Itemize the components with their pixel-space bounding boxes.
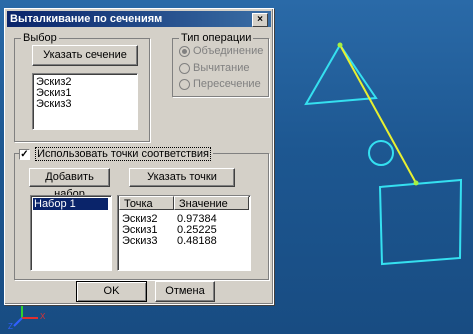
table-cell-value: 0.48188 <box>177 235 217 247</box>
correspondence-point[interactable] <box>413 180 419 186</box>
operation-type-group: Тип операции Объединение Вычитание Перес… <box>172 32 269 97</box>
correspondence-group: ✓ Использовать точки соответствия Добави… <box>14 147 269 280</box>
use-correspondence-checkbox-row[interactable]: ✓ Использовать точки соответствия <box>19 147 213 161</box>
sets-list[interactable]: Набор 1 <box>30 195 112 271</box>
select-section-button[interactable]: Указать сечение <box>32 45 138 66</box>
radio-icon <box>179 62 190 74</box>
radio-union[interactable]: Объединение <box>179 45 263 58</box>
use-correspondence-label: Использовать точки соответствия <box>35 147 211 161</box>
selection-group-title: Выбор <box>21 32 59 44</box>
radio-label: Объединение <box>193 45 264 57</box>
specify-points-button[interactable]: Указать точки <box>129 168 235 187</box>
z-axis-label: Z <box>8 322 13 331</box>
list-item[interactable]: Эскиз3 <box>36 99 72 110</box>
list-item-selected[interactable]: Набор 1 <box>33 198 108 210</box>
close-icon: × <box>257 14 263 25</box>
radio-subtraction[interactable]: Вычитание <box>179 62 250 75</box>
radio-icon <box>179 78 190 90</box>
sketch-list[interactable]: Эскиз2 Эскиз1 Эскиз3 <box>32 73 138 130</box>
use-correspondence-checkbox[interactable]: ✓ <box>19 148 30 160</box>
square-sketch[interactable] <box>378 178 463 266</box>
ok-button[interactable]: OK <box>76 281 147 302</box>
radio-intersection[interactable]: Пересечение <box>179 78 261 91</box>
x-axis-label: X <box>40 312 46 321</box>
radio-label: Пересечение <box>193 78 261 90</box>
dialog-title: Выталкивание по сечениям <box>10 13 163 25</box>
add-set-button[interactable]: Добавить набор <box>29 168 110 200</box>
column-header-point[interactable]: Точка <box>119 196 174 210</box>
circle-sketch[interactable] <box>368 140 394 166</box>
column-header-value[interactable]: Значение <box>174 196 249 210</box>
z-axis-line <box>13 317 23 327</box>
cancel-button[interactable]: Отмена <box>155 281 215 302</box>
correspondence-path[interactable] <box>339 44 417 184</box>
operation-type-title: Тип операции <box>179 32 254 44</box>
radio-icon <box>179 45 190 57</box>
points-table[interactable]: Точка Значение Эскиз2 0.97384 Эскиз1 0.2… <box>117 195 251 271</box>
close-button[interactable]: × <box>252 13 268 27</box>
triangle-sketch[interactable] <box>304 43 378 106</box>
table-row[interactable]: Эскиз3 0.48188 <box>118 236 248 247</box>
radio-label: Вычитание <box>193 62 250 74</box>
correspondence-point[interactable] <box>337 42 343 48</box>
selection-group: Выбор Указать сечение Эскиз2 Эскиз1 Эски… <box>14 32 150 142</box>
table-cell-point: Эскиз3 <box>122 235 158 247</box>
dialog-titlebar[interactable]: Выталкивание по сечениям × <box>7 11 271 27</box>
loft-dialog: Выталкивание по сечениям × Выбор Указать… <box>4 8 274 305</box>
